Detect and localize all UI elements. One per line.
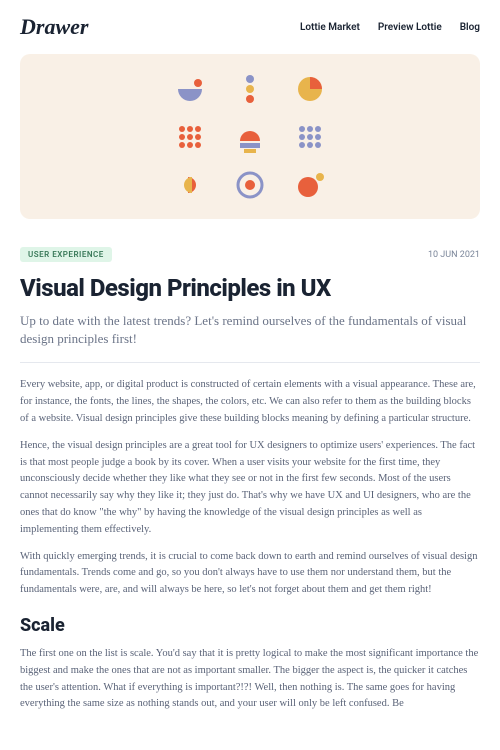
shape-half-circle	[174, 73, 206, 105]
article-title: Visual Design Principles in UX	[20, 274, 480, 302]
category-tag[interactable]: USER EXPERIENCE	[20, 247, 112, 262]
article-subtitle: Up to date with the latest trends? Let's…	[20, 312, 480, 348]
logo[interactable]: Drawer	[20, 14, 88, 40]
nav-lottie-market[interactable]: Lottie Market	[300, 22, 360, 33]
shape-half-circles	[174, 169, 206, 201]
paragraph: Hence, the visual design principles are …	[20, 438, 480, 539]
shape-grid-dots	[174, 121, 206, 153]
shape-circle-dot	[294, 169, 326, 201]
nav: Lottie Market Preview Lottie Blog	[300, 22, 480, 33]
hero-illustration	[20, 54, 480, 219]
divider	[20, 362, 480, 363]
paragraph: Every website, app, or digital product i…	[20, 377, 480, 427]
paragraph: With quickly emerging trends, it is cruc…	[20, 549, 480, 599]
shape-target	[234, 169, 266, 201]
section-heading: Scale	[20, 615, 480, 636]
article-meta: USER EXPERIENCE 10 JUN 2021	[20, 247, 480, 262]
header: Drawer Lottie Market Preview Lottie Blog	[20, 0, 480, 54]
nav-preview-lottie[interactable]: Preview Lottie	[378, 22, 442, 33]
shape-pie	[294, 73, 326, 105]
publish-date: 10 JUN 2021	[428, 250, 480, 260]
shapes-grid	[174, 73, 326, 201]
nav-blog[interactable]: Blog	[460, 22, 480, 33]
shape-dots-vertical	[234, 73, 266, 105]
paragraph: The first one on the list is scale. You'…	[20, 646, 480, 713]
shape-sunrise	[234, 121, 266, 153]
shape-grid-dots-purple	[294, 121, 326, 153]
